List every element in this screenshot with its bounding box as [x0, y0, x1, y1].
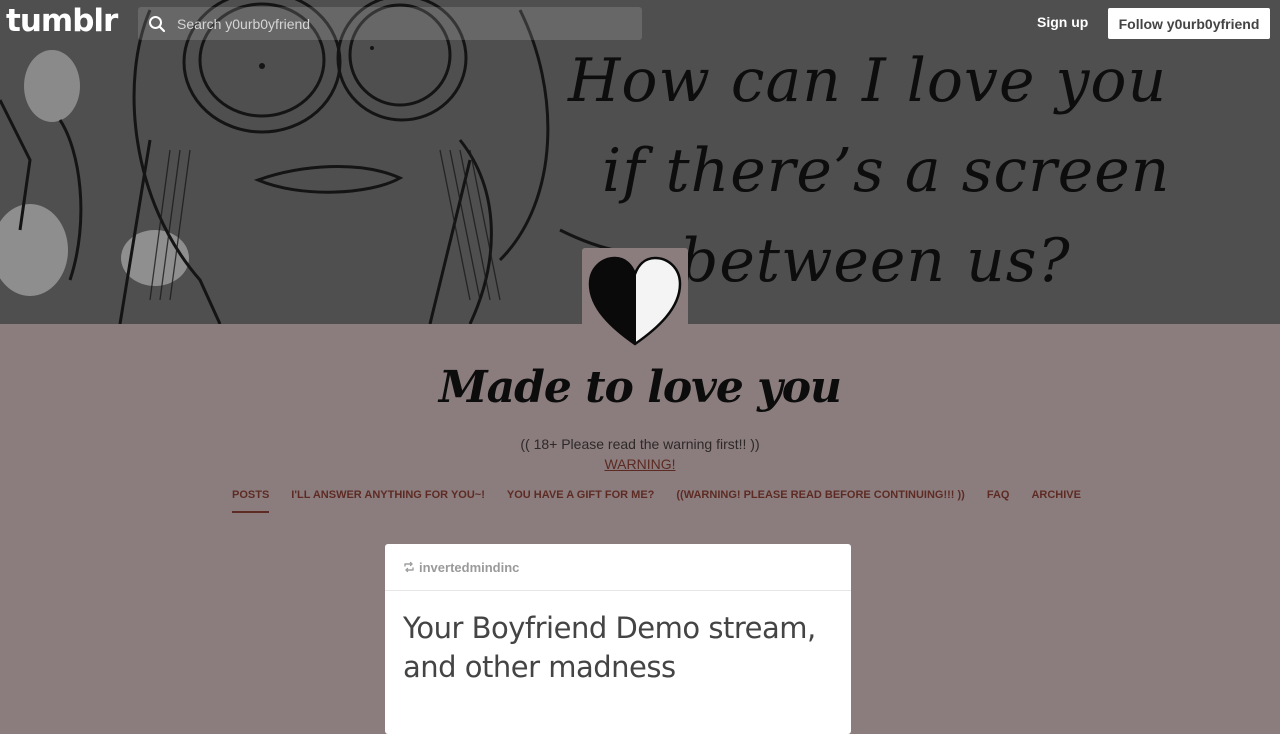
tab-gift[interactable]: YOU HAVE A GIFT FOR ME? [507, 489, 654, 513]
tab-answer-anything[interactable]: I'LL ANSWER ANYTHING FOR YOU~! [291, 489, 485, 513]
tab-posts[interactable]: POSTS [232, 489, 270, 513]
warning-link[interactable]: WARNING! [0, 456, 1280, 472]
follow-button[interactable]: Follow y0urb0yfriend [1108, 8, 1270, 39]
post-title[interactable]: Your Boyfriend Demo stream, and other ma… [403, 609, 833, 687]
banner-line: How can I love you [568, 46, 1168, 116]
search-box[interactable] [138, 7, 642, 40]
reblog-icon [404, 561, 414, 573]
avatar[interactable] [582, 248, 688, 354]
search-input[interactable] [175, 14, 619, 33]
post-header: invertedmindinc [385, 544, 851, 591]
post-card: invertedmindinc Your Boyfriend Demo stre… [385, 544, 851, 734]
blog-description: (( 18+ Please read the warning first!! )… [520, 436, 760, 452]
tab-archive[interactable]: ARCHIVE [1031, 489, 1081, 513]
tumblr-logo[interactable]: tumblr [6, 3, 118, 39]
sign-up-link[interactable]: Sign up [1037, 14, 1088, 30]
blog-title[interactable]: Made to love you [0, 362, 1280, 413]
tab-faq[interactable]: FAQ [987, 489, 1010, 513]
tab-warning[interactable]: ((WARNING! PLEASE READ BEFORE CONTINUING… [676, 489, 964, 513]
banner-line: if there’s a screen [602, 136, 1171, 206]
reblog-source-link[interactable]: invertedmindinc [419, 560, 519, 575]
search-icon [149, 15, 166, 32]
blog-nav: POSTS I'LL ANSWER ANYTHING FOR YOU~! YOU… [232, 489, 1103, 513]
heart-icon [588, 256, 682, 346]
